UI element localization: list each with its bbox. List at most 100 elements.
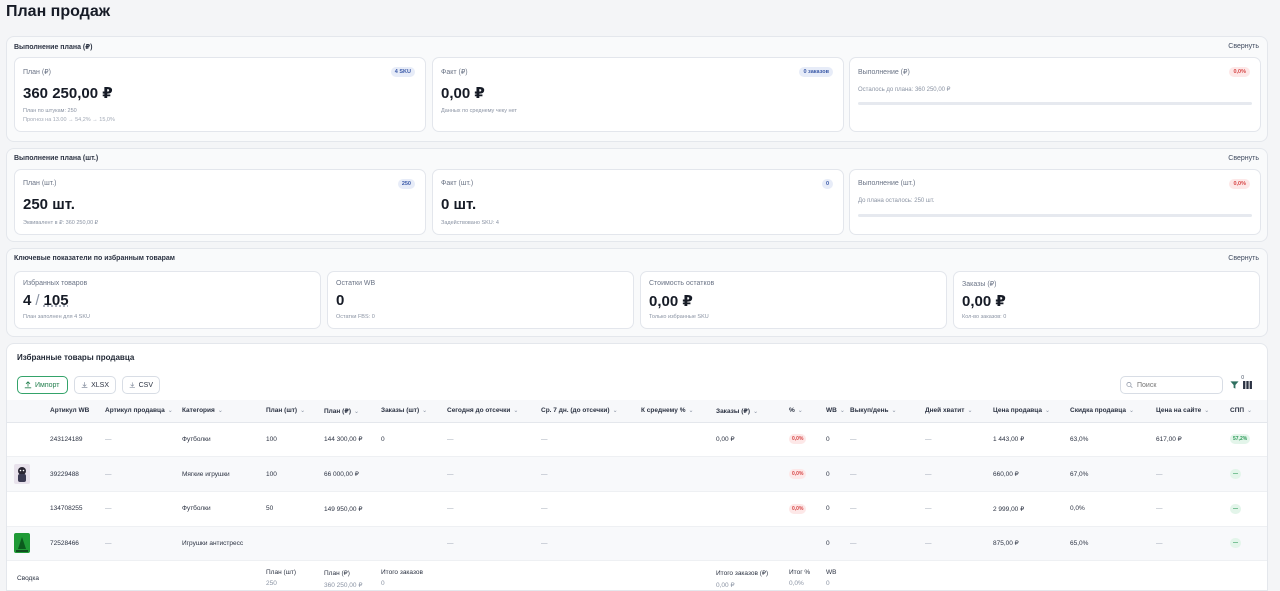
summary-metric-label: План (шт) <box>266 569 296 577</box>
table-cell: 0 <box>822 422 846 458</box>
card-label: Выполнение (шт.) <box>858 180 916 187</box>
search-box <box>1120 376 1223 394</box>
chevron-down-icon: ⌄ <box>422 408 428 415</box>
progress-bar <box>858 102 1252 105</box>
table-row[interactable]: 243124189— Футболки 100 144 300,00 ₽0— —0,00… <box>7 422 1267 458</box>
table-cell: — <box>443 456 537 492</box>
card-label: Избранных товаров <box>23 280 88 287</box>
search-input[interactable] <box>1137 381 1217 389</box>
favorites-total[interactable]: 105 <box>44 292 69 309</box>
table-cell: — <box>846 456 921 492</box>
table-cell: 875,00 ₽ <box>989 526 1066 562</box>
pcs-badge: 250 <box>397 179 415 189</box>
thumbnail-cell <box>7 456 46 492</box>
product-thumbnail <box>14 533 30 554</box>
card-label: Заказы (₽) <box>962 281 997 288</box>
table-header-row: Артикул WB Артикул продавца ⌄ Категория ⌄ Пла… <box>7 400 1267 423</box>
table-cell: 660,00 ₽ <box>989 456 1066 492</box>
column-header[interactable]: Цена продавца ⌄ <box>989 400 1066 423</box>
table-title: Избранные товары продавца <box>17 353 135 362</box>
collapse-button[interactable]: Свернуть <box>1228 255 1259 262</box>
percent-badge: — <box>1230 469 1241 480</box>
collapse-button[interactable]: Свернуть <box>1228 43 1259 50</box>
column-header[interactable]: % ⌄ <box>785 400 822 423</box>
collapse-button[interactable]: Свернуть <box>1228 155 1259 162</box>
column-header[interactable]: Ср. 7 дн. (до отсечки) ⌄ <box>537 400 637 423</box>
summary-metric-label: План (₽) <box>324 570 350 578</box>
column-header[interactable]: План (₽) ⌄ <box>320 400 377 423</box>
table-cell: 144 300,00 ₽ <box>320 422 377 458</box>
column-header[interactable]: Категория ⌄ <box>178 400 262 423</box>
column-header-label: К среднему % <box>641 407 686 415</box>
column-header[interactable]: К среднему % ⌄ <box>637 400 712 423</box>
column-header[interactable]: Выкуп/день ⌄ <box>846 400 921 423</box>
table-cell: — <box>537 456 637 492</box>
table-cell: 149 950,00 ₽ <box>320 491 377 527</box>
table-cell: 67,0% <box>1066 456 1152 492</box>
columns-icon[interactable] <box>1243 381 1252 389</box>
table-row[interactable]: 39229488— Мягкие игрушки 100 66 000,00 ₽ — —0… <box>7 456 1267 492</box>
import-button[interactable]: Импорт <box>17 376 68 394</box>
csv-button[interactable]: CSV <box>122 376 160 394</box>
table-cell: 100 <box>262 422 320 458</box>
column-header-label: Заказы (₽) <box>716 407 751 415</box>
summary-cell <box>1152 560 1226 590</box>
table-cell <box>785 526 822 562</box>
favorites-value: 4/105 <box>23 292 69 309</box>
table-cell: 2 999,00 ₽ <box>989 491 1066 527</box>
section-kpi: Ключевые показатели по избранным товарам… <box>6 248 1268 337</box>
percent-badge: 0,0% <box>789 503 807 514</box>
table-cell: — <box>537 491 637 527</box>
column-header-label: СПП <box>1230 407 1245 415</box>
column-header[interactable]: Скидка продавца ⌄ <box>1066 400 1152 423</box>
table-cell: 0 <box>822 491 846 527</box>
column-header[interactable]: WB ⌄ <box>822 400 846 423</box>
card-label: Факт (шт.) <box>441 180 474 187</box>
summary-cell <box>101 560 178 590</box>
summary-metric-value: 0 <box>381 580 385 588</box>
card-sub: Задействовано SKU: 4 <box>441 220 499 226</box>
table-cell: 0,0% <box>1066 491 1152 527</box>
table-cell: Игрушки антистресс <box>178 526 262 562</box>
table-cell <box>377 491 443 527</box>
summary-metric-value: 0,0% <box>789 580 804 588</box>
plan-rub-card: План (₽) 4 SKU 360 250,00 ₽ План по штук… <box>14 57 426 132</box>
column-header[interactable]: Заказы (₽) ⌄ <box>712 400 785 423</box>
column-header[interactable]: План (шт) ⌄ <box>262 400 320 423</box>
column-header[interactable]: СПП ⌄ <box>1226 400 1267 423</box>
table-row[interactable]: 134708255— Футболки 50 149 950,00 ₽ — —0,0% 0—… <box>7 491 1267 527</box>
card-label: Выполнение (₽) <box>858 69 910 76</box>
filter-icon[interactable] <box>1230 380 1239 390</box>
summary-cell: Итог % 0,0% <box>785 560 822 590</box>
summary-metric-label: Итого заказов <box>381 569 423 577</box>
import-label: Импорт <box>35 381 60 389</box>
column-header[interactable]: Цена на сайте ⌄ <box>1152 400 1226 423</box>
column-header[interactable]: Дней хватит ⌄ <box>921 400 989 423</box>
column-header[interactable]: Сегодня до отсечки ⌄ <box>443 400 537 423</box>
sku-badge: 4 SKU <box>390 67 415 77</box>
section-title: Ключевые показатели по избранным товарам <box>14 255 175 262</box>
download-icon <box>129 382 135 388</box>
summary-metric-value: 360 250,00 ₽ <box>324 582 363 590</box>
card-forecast: Прогноз на 13.00 → 54,2% → 15,0% <box>23 117 115 123</box>
upload-icon <box>24 381 32 389</box>
column-header[interactable]: Заказы (шт) ⌄ <box>377 400 443 423</box>
table-cell: — <box>101 456 178 492</box>
column-header[interactable]: Артикул WB <box>46 400 101 423</box>
table-cell: — <box>1152 526 1226 562</box>
table-cell <box>320 526 377 562</box>
summary-cell <box>1226 560 1267 590</box>
table-cell: — <box>1226 456 1267 492</box>
count-badge: 0 <box>821 179 833 189</box>
percent-badge: — <box>1230 503 1241 514</box>
table-cell: — <box>921 422 989 458</box>
table-row[interactable]: 72528466— Игрушки антистресс — —0— —875,00 ₽… <box>7 526 1267 562</box>
table-cell: — <box>1152 456 1226 492</box>
column-header[interactable]: Артикул продавца ⌄ <box>101 400 178 423</box>
chevron-down-icon: ⌄ <box>797 408 803 415</box>
xlsx-button[interactable]: XLSX <box>74 376 116 394</box>
summary-metric-label: Итог % <box>789 569 811 577</box>
chevron-down-icon: ⌄ <box>1204 408 1210 415</box>
chevron-down-icon: ⌄ <box>753 408 759 415</box>
chevron-down-icon: ⌄ <box>967 408 973 415</box>
